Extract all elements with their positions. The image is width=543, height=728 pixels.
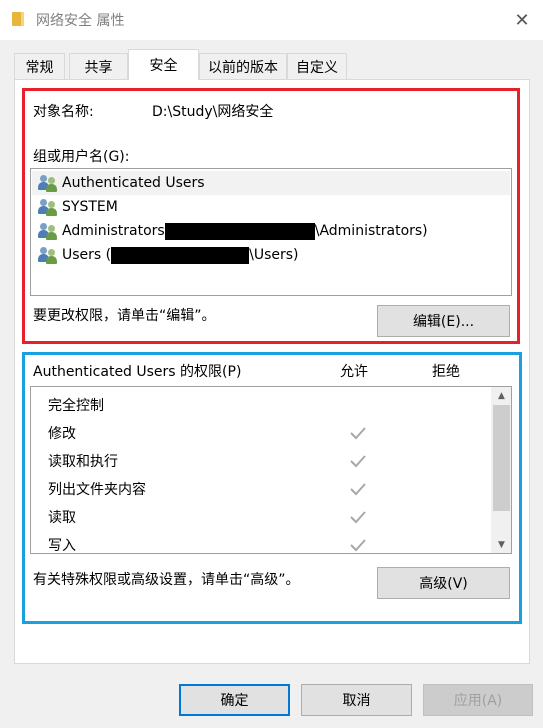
user-item-label: Administrators: [62, 223, 165, 239]
deny-column-header: 拒绝: [432, 364, 460, 380]
permission-row-read: 读取: [31, 503, 491, 531]
object-name-value: D:\Study\网络安全: [152, 104, 274, 120]
permission-row-read-execute: 读取和执行: [31, 447, 491, 475]
folder-icon: [12, 12, 24, 26]
tab-sharing[interactable]: 共享: [69, 53, 128, 80]
user-item-label: Users (: [62, 247, 112, 263]
apply-button-label: 应用(A): [453, 693, 503, 709]
permission-name: 修改: [48, 426, 76, 442]
allow-check-icon: [350, 511, 366, 524]
advanced-button-label: 高级(V): [419, 576, 468, 592]
permission-row-list-folder: 列出文件夹内容: [31, 475, 491, 503]
permission-name: 读取: [48, 510, 76, 526]
tab-strip: 常规 共享 安全 以前的版本 自定义: [14, 49, 534, 80]
cancel-button[interactable]: 取消: [301, 684, 412, 716]
ok-button[interactable]: 确定: [179, 684, 290, 716]
user-item-label: SYSTEM: [62, 199, 118, 215]
title-bar: 网络安全 属性 ✕: [0, 0, 543, 40]
group-users-label: 组或用户名(G):: [33, 149, 130, 165]
allow-check-icon: [350, 455, 366, 468]
user-item-administrators[interactable]: Administrators \Administrators): [32, 219, 510, 243]
permission-row-modify: 修改: [31, 419, 491, 447]
user-item-suffix: \Users): [249, 247, 299, 263]
ok-button-label: 确定: [220, 693, 249, 709]
tab-previous-versions-label: 以前的版本: [208, 60, 278, 76]
edit-hint-text: 要更改权限，请单击“编辑”。: [33, 308, 216, 324]
tab-previous-versions[interactable]: 以前的版本: [199, 53, 287, 80]
permissions-header: Authenticated Users 的权限(P): [33, 364, 242, 380]
apply-button[interactable]: 应用(A): [423, 684, 533, 716]
advanced-hint-text: 有关特殊权限或高级设置，请单击“高级”。: [33, 572, 300, 588]
edit-button-label: 编辑(E)...: [412, 314, 475, 330]
permission-name: 列出文件夹内容: [48, 482, 146, 498]
window-title: 网络安全 属性: [36, 13, 125, 29]
tab-customize[interactable]: 自定义: [287, 53, 347, 80]
scroll-thumb[interactable]: [493, 405, 510, 511]
users-group-icon: [38, 174, 58, 192]
permissions-list[interactable]: 完全控制 修改 读取和执行 列出文件夹内容 读取 写入 ▲ ▼: [30, 386, 512, 554]
user-item-authenticated-users[interactable]: Authenticated Users: [32, 171, 510, 195]
tab-general[interactable]: 常规: [14, 53, 65, 80]
permissions-scrollbar[interactable]: ▲ ▼: [491, 387, 511, 553]
allow-check-icon: [350, 427, 366, 440]
users-group-icon: [38, 222, 58, 240]
permission-row-write: 写入: [31, 531, 491, 554]
close-icon: ✕: [514, 9, 530, 31]
allow-check-icon: [350, 539, 366, 552]
permission-name: 写入: [48, 538, 76, 554]
user-item-users[interactable]: Users ( \Users): [32, 243, 510, 267]
redacted-block: [164, 222, 315, 240]
tab-security-label: 安全: [149, 58, 178, 74]
permission-name: 读取和执行: [48, 454, 118, 470]
tab-sharing-label: 共享: [84, 60, 113, 76]
tab-security[interactable]: 安全: [128, 49, 199, 80]
allow-check-icon: [350, 483, 366, 496]
permission-row-full-control: 完全控制: [31, 391, 491, 419]
tab-general-label: 常规: [25, 60, 54, 76]
tab-customize-label: 自定义: [296, 60, 338, 76]
advanced-button[interactable]: 高级(V): [377, 567, 510, 599]
scroll-up-icon[interactable]: ▲: [491, 387, 511, 404]
users-group-icon: [38, 246, 58, 264]
user-item-label: Authenticated Users: [62, 175, 205, 191]
close-button[interactable]: ✕: [508, 6, 536, 34]
user-item-suffix: \Administrators): [314, 223, 428, 239]
object-name-label: 对象名称:: [33, 104, 94, 120]
allow-column-header: 允许: [340, 364, 368, 380]
user-item-system[interactable]: SYSTEM: [32, 195, 510, 219]
permission-name: 完全控制: [48, 398, 104, 414]
cancel-button-label: 取消: [342, 693, 371, 709]
scroll-down-icon[interactable]: ▼: [491, 536, 511, 553]
redacted-block: [111, 246, 250, 264]
group-users-list[interactable]: Authenticated Users SYSTEM Administrator…: [30, 168, 512, 296]
edit-button[interactable]: 编辑(E)...: [377, 305, 510, 337]
users-group-icon: [38, 198, 58, 216]
